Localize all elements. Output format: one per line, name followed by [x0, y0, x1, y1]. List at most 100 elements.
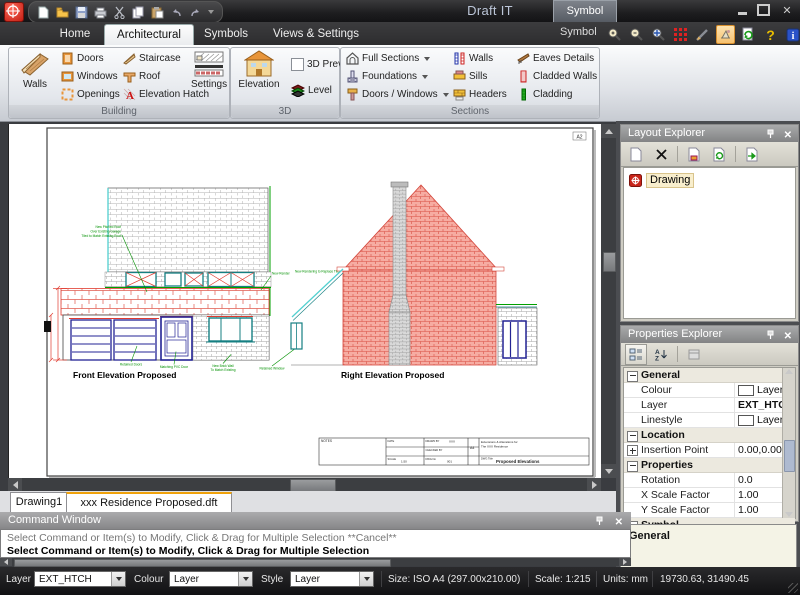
close-panel-icon[interactable]: ✕ [784, 127, 792, 144]
pin-icon[interactable] [594, 515, 605, 526]
property-row-rotation[interactable]: Rotation0.0 [624, 473, 795, 488]
qat-dropdown-icon[interactable] [208, 10, 214, 14]
settings-button[interactable]: Settings [191, 50, 227, 90]
property-row-xscale[interactable]: X Scale Factor1.00 [624, 488, 795, 503]
section-properties[interactable]: Properties [624, 458, 795, 473]
sills-button[interactable]: Sills [453, 70, 487, 83]
doors-windows-sections-button[interactable]: Doors / Windows [346, 88, 449, 101]
scroll-up-icon[interactable] [601, 124, 616, 138]
full-sections-button[interactable]: Full Sections [346, 52, 430, 65]
scroll-up-icon[interactable] [785, 369, 793, 374]
roof-icon [123, 70, 136, 83]
walls-button[interactable]: Walls [13, 50, 57, 90]
save-icon[interactable] [75, 6, 88, 19]
tab-views-settings[interactable]: Views & Settings [260, 24, 372, 45]
level-button[interactable]: Level [291, 84, 332, 97]
vertical-scrollbar[interactable] [601, 124, 616, 478]
minimize-button[interactable] [738, 12, 747, 15]
resize-grip[interactable] [788, 583, 798, 593]
command-history[interactable]: Select Command or Item(s) to Modify, Cli… [0, 529, 631, 558]
pin-icon[interactable] [765, 128, 776, 139]
context-tab-symbol[interactable]: Symbol [553, 0, 617, 22]
roof-button[interactable]: Roof [123, 70, 160, 83]
expand-icon[interactable] [627, 445, 638, 456]
sort-az-icon[interactable]: AZ [650, 344, 672, 365]
headers-button[interactable]: Headers [453, 88, 507, 101]
cut-icon[interactable] [113, 6, 126, 19]
scroll-left-icon[interactable] [0, 558, 12, 566]
doors-button[interactable]: Doors [61, 52, 104, 65]
property-row-linestyle[interactable]: LinestyleLayer [624, 413, 795, 428]
layer-dropdown[interactable]: EXT_HTCH [34, 571, 126, 587]
refresh-icon[interactable] [740, 26, 757, 43]
scroll-left-icon[interactable] [8, 478, 22, 491]
grid-scroll-thumb[interactable] [784, 440, 795, 472]
zoom-in-icon[interactable] [606, 26, 623, 43]
close-button[interactable]: ✕ [780, 4, 794, 16]
app-logo-icon[interactable] [4, 2, 24, 22]
section-general[interactable]: General [624, 368, 795, 383]
svg-text:DATE: DATE [388, 439, 395, 443]
help-icon[interactable]: ? [762, 26, 779, 43]
walls-section-button[interactable]: Walls [453, 52, 493, 65]
staircase-button[interactable]: Staircase [123, 52, 181, 65]
elevation-button[interactable]: Elevation [235, 50, 283, 90]
draft-mode-icon[interactable] [694, 26, 711, 43]
doc-tab-residence[interactable]: xxx Residence Proposed.dft [66, 492, 232, 514]
scroll-right-icon[interactable] [619, 558, 631, 566]
scroll-down-icon[interactable] [601, 464, 616, 478]
section-location[interactable]: Location [624, 428, 795, 443]
tab-home[interactable]: Home [46, 24, 104, 45]
properties-explorer-panel: Properties Explorer ✕ AZ General ColourL… [620, 325, 799, 522]
paste-icon[interactable] [151, 6, 164, 19]
eaves-details-button[interactable]: Eaves Details [517, 52, 594, 65]
cmd-scroll-thumb[interactable] [14, 559, 391, 567]
zoom-out-icon[interactable] [628, 26, 645, 43]
grid-snap-icon[interactable] [672, 26, 689, 43]
collapse-icon[interactable] [627, 461, 638, 472]
info-icon[interactable]: i [784, 26, 800, 43]
close-panel-icon[interactable]: ✕ [784, 328, 792, 345]
export-layout-icon[interactable] [741, 144, 763, 165]
undo-icon[interactable] [170, 6, 183, 19]
doc-tab-drawing1[interactable]: Drawing1 [10, 492, 68, 513]
property-row-insertion-point[interactable]: Insertion Point0.00,0.00 [624, 443, 795, 458]
delete-layout-icon[interactable] [650, 144, 672, 165]
style-dropdown[interactable]: Layer [290, 571, 374, 587]
property-row-colour[interactable]: ColourLayer [624, 383, 795, 398]
pin-icon[interactable] [765, 329, 776, 340]
categorized-view-icon[interactable] [625, 344, 647, 365]
tab-symbols[interactable]: Symbols [192, 24, 260, 45]
scroll-down-icon[interactable] [785, 512, 793, 517]
redo-icon[interactable] [189, 6, 202, 19]
vscroll-thumb[interactable] [603, 252, 616, 272]
colour-dropdown[interactable]: Layer [169, 571, 253, 587]
windows-button[interactable]: Windows [61, 70, 118, 83]
cladding-button[interactable]: Cladding [517, 88, 572, 101]
tab-architectural[interactable]: Architectural [104, 24, 194, 46]
symbol-editor-icon[interactable] [716, 25, 735, 44]
new-layout-icon[interactable] [625, 144, 647, 165]
property-grid-scrollbar[interactable] [782, 368, 795, 518]
collapse-icon[interactable] [627, 371, 638, 382]
maximize-button[interactable] [757, 4, 770, 16]
property-pages-icon[interactable] [683, 344, 705, 365]
horizontal-scrollbar[interactable] [8, 478, 601, 491]
command-scrollbar[interactable] [0, 558, 631, 566]
property-row-layer[interactable]: LayerEXT_HTCH [624, 398, 795, 413]
layout-tree-item-drawing[interactable]: Drawing [629, 173, 795, 188]
reload-layout-icon[interactable] [708, 144, 730, 165]
new-file-icon[interactable] [37, 6, 50, 19]
openings-button[interactable]: Openings [61, 88, 120, 101]
cladded-walls-button[interactable]: Cladded Walls [517, 70, 597, 83]
import-layout-icon[interactable] [683, 144, 705, 165]
open-file-icon[interactable] [56, 6, 69, 19]
foundations-button[interactable]: Foundations [346, 70, 428, 83]
drawing-canvas[interactable]: A2 [8, 124, 602, 478]
print-icon[interactable] [94, 6, 107, 19]
copy-icon[interactable] [132, 6, 145, 19]
collapse-icon[interactable] [627, 431, 638, 442]
zoom-extents-icon[interactable] [650, 26, 667, 43]
property-row-yscale[interactable]: Y Scale Factor1.00 [624, 503, 795, 518]
scroll-right-icon[interactable] [587, 478, 601, 491]
